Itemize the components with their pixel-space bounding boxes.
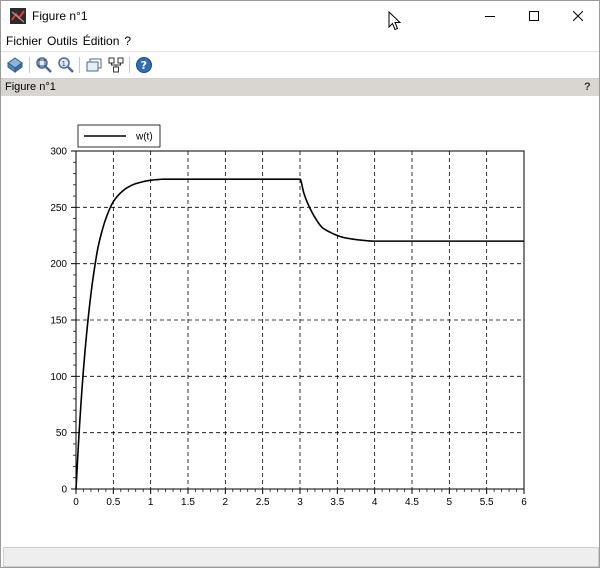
svg-text:?: ? (141, 59, 147, 72)
window-title: Figure n°1 (32, 9, 88, 23)
scilab-app-icon (10, 8, 26, 24)
x-tick-label: 6 (521, 497, 527, 508)
tick-layer (71, 150, 525, 494)
x-tick-label: 5 (447, 497, 453, 508)
grid-layer (76, 151, 524, 489)
help-button[interactable]: ? (134, 55, 154, 75)
y-tick-label: 250 (50, 203, 67, 214)
status-bar (3, 547, 599, 567)
menu-outils[interactable]: Outils (42, 34, 78, 48)
y-tick-label: 150 (50, 316, 67, 327)
x-tick-label: 4 (372, 497, 378, 508)
rotate-icon (7, 57, 23, 73)
x-tick-label: 5.5 (480, 497, 494, 508)
x-tick-label: 3 (297, 497, 303, 508)
x-tick-label: 4.5 (405, 497, 419, 508)
x-tick-label: 2 (223, 497, 229, 508)
x-tick-label: 0 (73, 497, 79, 508)
plot-canvas[interactable]: 0 0.5 1 1.5 2 2.5 3 3.5 4 4.5 5 5.5 6 0 50 100 150 200 25… (1, 96, 599, 546)
menu-bar: Fichier Outils Édition ? (1, 31, 599, 51)
minimize-icon (485, 16, 495, 17)
help-icon: ? (136, 57, 152, 73)
maximize-button[interactable] (511, 1, 557, 31)
figure-label: Figure n°1 (5, 81, 56, 93)
menu-help[interactable]: ? (119, 34, 131, 48)
zoom-reset-button[interactable]: 1 (56, 55, 76, 75)
legend-label: w(t) (135, 132, 153, 143)
y-tick-labels: 0 50 100 150 200 250 300 (50, 147, 67, 496)
x-tick-label: 0.5 (106, 497, 120, 508)
window-button[interactable] (84, 55, 104, 75)
x-tick-label: 2.5 (256, 497, 270, 508)
zoom-button[interactable] (34, 55, 54, 75)
close-icon (573, 11, 583, 21)
x-tick-labels: 0 0.5 1 1.5 2 2.5 3 3.5 4 4.5 5 5.5 6 (73, 497, 527, 508)
title-bar[interactable]: Figure n°1 (1, 1, 599, 31)
x-tick-label: 3.5 (330, 497, 344, 508)
x-tick-label: 1.5 (181, 497, 195, 508)
toolbar-separator (79, 57, 80, 73)
toolbar-separator (29, 57, 30, 73)
mouse-cursor-icon (388, 11, 402, 31)
rotate-button[interactable] (5, 55, 25, 75)
close-button[interactable] (555, 1, 599, 31)
figure-help-button[interactable]: ? (584, 81, 591, 93)
toolbar: 1 ? (1, 51, 599, 78)
y-tick-label: 0 (61, 485, 67, 496)
window-icon (86, 58, 102, 72)
figure-window: Figure n°1 Fichier Outils Édition ? 1 ? … (0, 0, 600, 568)
zoom-reset-icon: 1 (58, 57, 74, 73)
legend: w(t) (77, 124, 161, 148)
maximize-icon (529, 11, 539, 21)
svg-text:1: 1 (62, 60, 66, 68)
minimize-button[interactable] (467, 1, 513, 31)
y-tick-label: 100 (50, 372, 67, 383)
x-tick-label: 1 (148, 497, 154, 508)
y-tick-label: 200 (50, 259, 67, 270)
toolbar-separator (129, 57, 130, 73)
menu-fichier[interactable]: Fichier (1, 34, 42, 48)
figure-header: Figure n°1 ? (1, 78, 599, 96)
menu-edition[interactable]: Édition (78, 34, 120, 48)
datatip-button[interactable] (106, 55, 126, 75)
datatip-icon (108, 57, 124, 73)
y-tick-label: 50 (56, 428, 68, 439)
y-tick-label: 300 (50, 147, 67, 158)
zoom-icon (36, 57, 52, 73)
